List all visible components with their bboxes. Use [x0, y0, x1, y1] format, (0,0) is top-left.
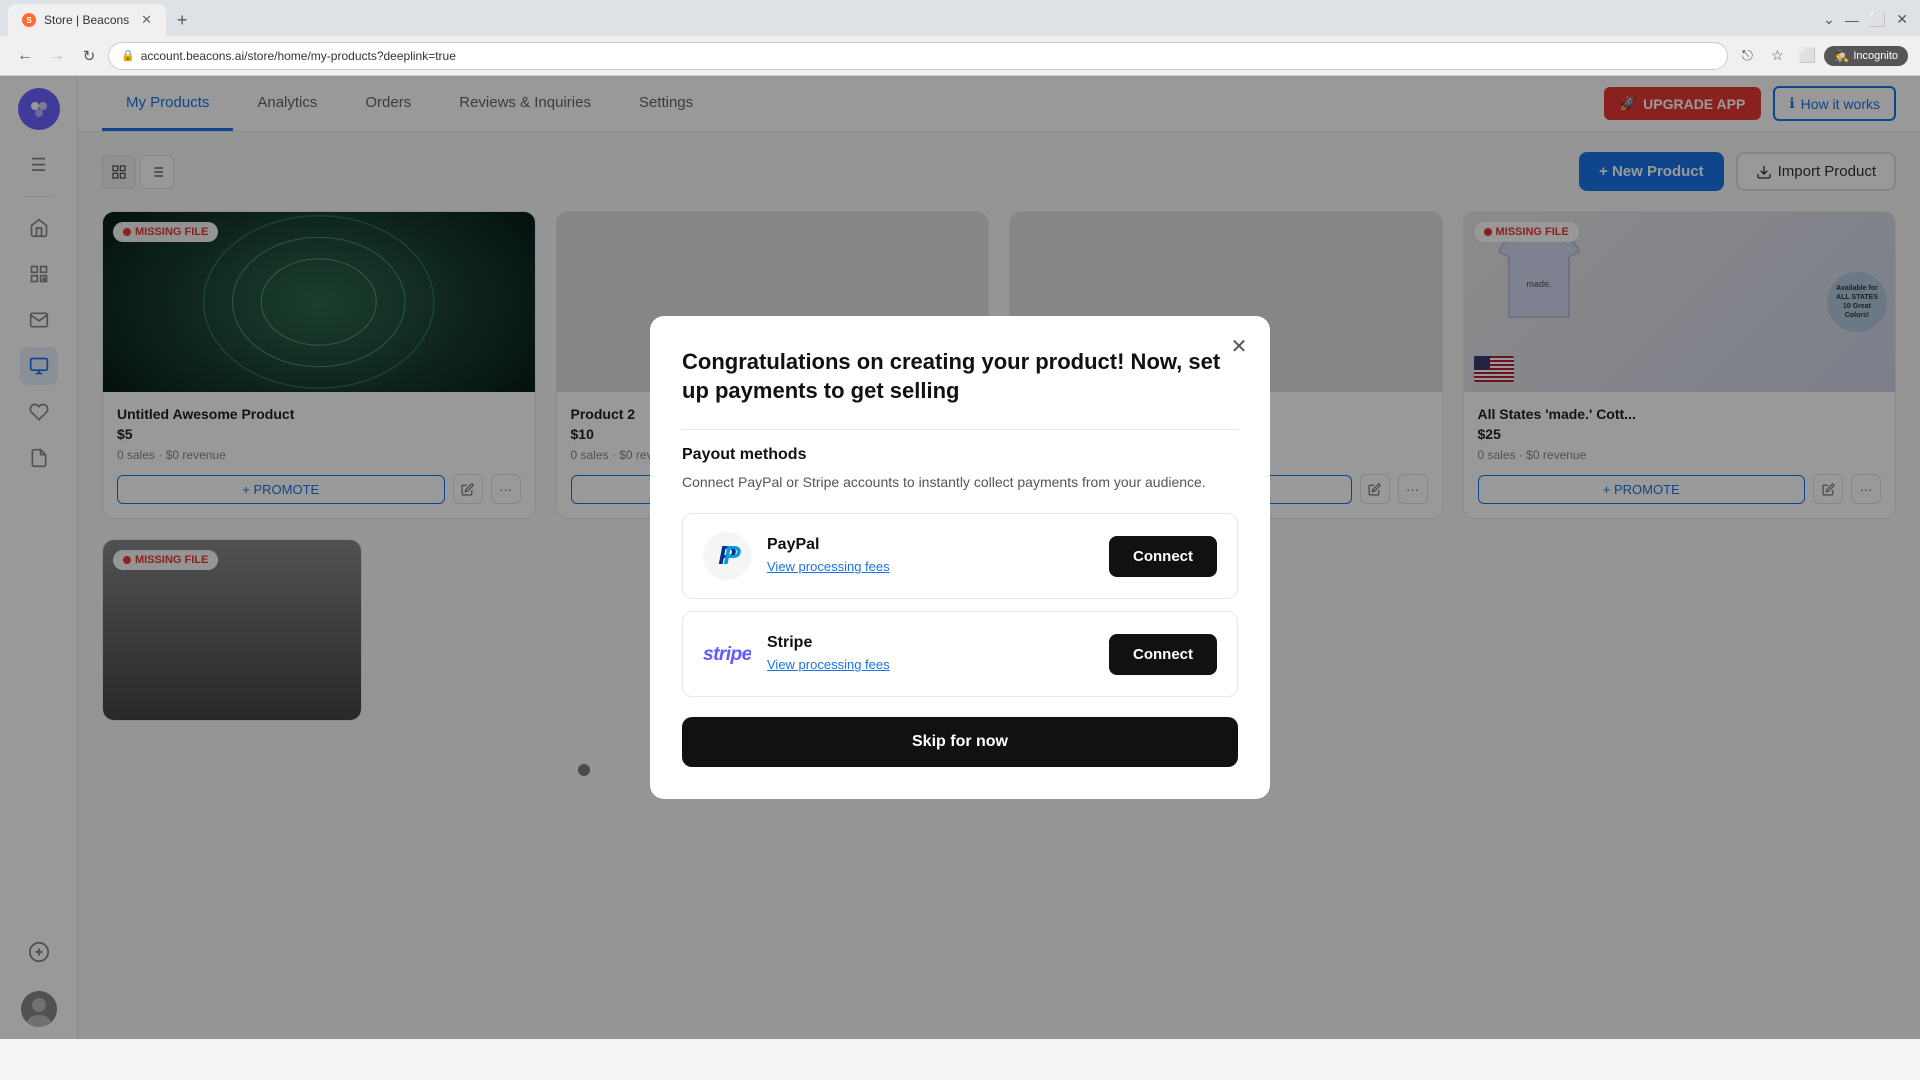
cast-button[interactable]: ⎋ — [1734, 43, 1760, 69]
svg-text:stripe: stripe — [703, 644, 751, 665]
close-icon[interactable]: ✕ — [1892, 7, 1912, 32]
modal-close-button[interactable]: ✕ — [1224, 332, 1254, 362]
payout-methods-desc: Connect PayPal or Stripe accounts to ins… — [682, 472, 1238, 493]
payment-modal: ✕ Congratulations on creating your produ… — [650, 316, 1270, 799]
modal-overlay[interactable]: ✕ Congratulations on creating your produ… — [0, 76, 1920, 1039]
modal-divider — [682, 429, 1238, 430]
paypal-name: PayPal — [767, 536, 1093, 554]
incognito-label: Incognito — [1853, 50, 1898, 62]
minimize-icon[interactable]: — — [1841, 8, 1863, 32]
payout-methods-section: Payout methods Connect PayPal or Stripe … — [682, 446, 1238, 697]
tab-close-icon[interactable]: ✕ — [141, 12, 152, 28]
reload-button[interactable]: ↻ — [76, 43, 102, 69]
modal-title: Congratulations on creating your product… — [682, 348, 1238, 405]
bookmark-button[interactable]: ☆ — [1764, 43, 1790, 69]
lock-icon: 🔒 — [121, 49, 135, 62]
incognito-badge: 🕵 Incognito — [1824, 46, 1908, 66]
stripe-option: stripe Stripe View processing fees Conne… — [682, 611, 1238, 697]
browser-chrome: S Store | Beacons ✕ + ⌄ — ⬜ ✕ ← → ↻ 🔒 ac… — [0, 0, 1920, 76]
restore-icon[interactable]: ⬜ — [1865, 7, 1890, 32]
paypal-fees-link[interactable]: View processing fees — [767, 559, 890, 574]
tab-dropdown-icon[interactable]: ⌄ — [1819, 7, 1839, 32]
tab-favicon: S — [22, 13, 36, 27]
app-container: ☰ My Products An — [0, 76, 1920, 1039]
paypal-info: PayPal View processing fees — [767, 536, 1093, 576]
paypal-logo: P P — [703, 532, 751, 580]
skip-for-now-button[interactable]: Skip for now — [682, 717, 1238, 767]
nav-actions: ⎋ ☆ ⬜ 🕵 Incognito — [1734, 43, 1908, 69]
stripe-info: Stripe View processing fees — [767, 634, 1093, 674]
svg-text:P: P — [723, 540, 741, 570]
incognito-icon: 🕵 — [1834, 49, 1849, 63]
stripe-fees-link[interactable]: View processing fees — [767, 657, 890, 672]
address-bar[interactable]: 🔒 account.beacons.ai/store/home/my-produ… — [108, 42, 1728, 70]
url-text: account.beacons.ai/store/home/my-product… — [141, 49, 456, 63]
nav-bar: ← → ↻ 🔒 account.beacons.ai/store/home/my… — [0, 36, 1920, 76]
tab-bar: S Store | Beacons ✕ + ⌄ — ⬜ ✕ — [0, 0, 1920, 36]
paypal-connect-button[interactable]: Connect — [1109, 536, 1217, 577]
forward-button[interactable]: → — [44, 43, 70, 69]
payout-methods-title: Payout methods — [682, 446, 1238, 464]
stripe-connect-button[interactable]: Connect — [1109, 634, 1217, 675]
stripe-name: Stripe — [767, 634, 1093, 652]
stripe-logo: stripe — [703, 630, 751, 678]
new-tab-button[interactable]: + — [168, 6, 196, 34]
tab-title: Store | Beacons — [44, 13, 129, 27]
back-button[interactable]: ← — [12, 43, 38, 69]
active-tab[interactable]: S Store | Beacons ✕ — [8, 4, 166, 36]
extensions-button[interactable]: ⬜ — [1794, 43, 1820, 69]
paypal-option: P P PayPal View processing fees Connect — [682, 513, 1238, 599]
